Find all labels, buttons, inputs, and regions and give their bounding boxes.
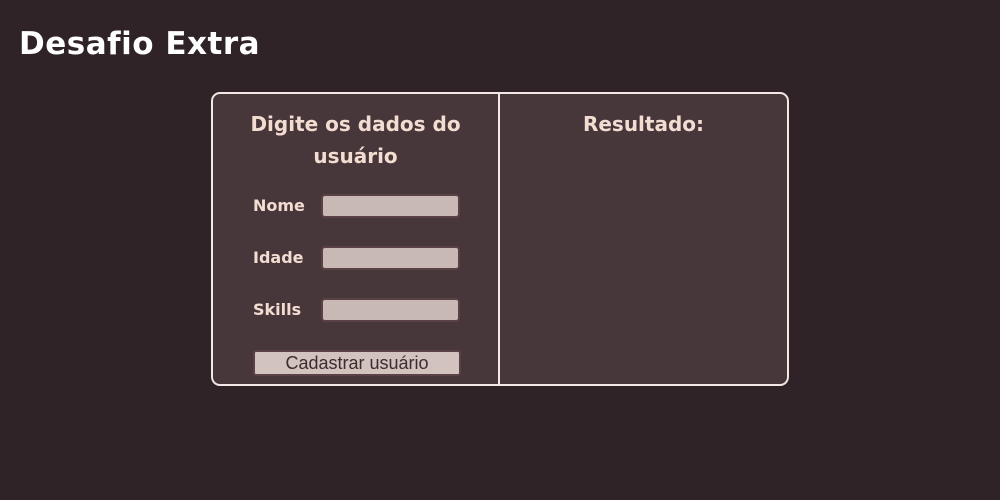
skills-field-row: Skills	[253, 298, 463, 322]
user-card: Digite os dados do usuário Nome Idade Sk…	[211, 92, 789, 386]
skills-label: Skills	[253, 300, 302, 319]
result-heading: Resultado:	[582, 112, 705, 136]
skills-input[interactable]	[321, 298, 460, 322]
result-panel: Resultado:	[500, 94, 787, 384]
form-heading: Digite os dados do usuário	[250, 112, 461, 168]
name-input[interactable]	[321, 194, 460, 218]
name-label: Nome	[253, 196, 305, 215]
name-field-row: Nome	[253, 194, 463, 218]
age-input[interactable]	[321, 246, 460, 270]
user-form-panel: Digite os dados do usuário Nome Idade Sk…	[213, 94, 500, 384]
age-field-row: Idade	[253, 246, 463, 270]
page-title: Desafio Extra	[19, 26, 261, 62]
age-label: Idade	[253, 248, 304, 267]
register-user-button[interactable]: Cadastrar usuário	[253, 350, 461, 376]
